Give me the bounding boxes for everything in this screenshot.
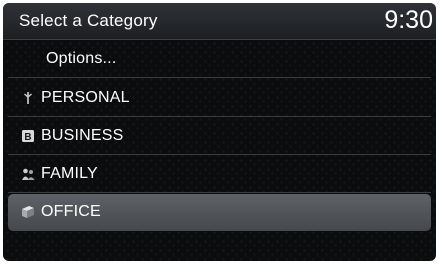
category-label: OFFICE xyxy=(41,203,101,220)
category-item-personal[interactable]: PERSONAL xyxy=(8,80,431,117)
category-label: BUSINESS xyxy=(41,127,124,144)
nav-screen: Select a Category 9:30 Options... PERSON… xyxy=(3,3,436,261)
options-label: Options... xyxy=(46,50,117,67)
business-icon: B xyxy=(21,129,35,143)
family-icon xyxy=(21,167,35,181)
clock: 9:30 xyxy=(384,6,433,34)
title-bar: Select a Category 9:30 xyxy=(3,3,436,40)
office-icon xyxy=(21,205,35,219)
category-label: FAMILY xyxy=(41,165,98,182)
category-item-business[interactable]: B BUSINESS xyxy=(8,118,431,155)
options-item[interactable]: Options... xyxy=(8,41,431,78)
category-item-family[interactable]: FAMILY xyxy=(8,156,431,193)
category-item-office[interactable]: OFFICE xyxy=(8,194,431,231)
svg-text:B: B xyxy=(24,132,31,143)
personal-icon xyxy=(21,91,35,105)
screen-title: Select a Category xyxy=(19,11,158,30)
category-label: PERSONAL xyxy=(41,89,130,106)
